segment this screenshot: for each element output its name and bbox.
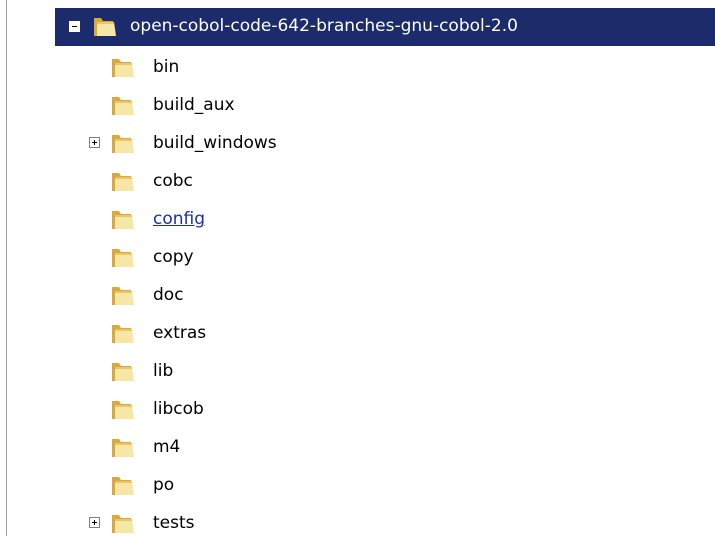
tree-item-extras[interactable]: extras [153,325,206,342]
folder-icon [112,325,134,343]
tree-item-libcob[interactable]: libcob [153,401,204,418]
tree-item-bin[interactable]: bin [153,59,179,76]
folder-icon [112,59,134,77]
tree-item-copy[interactable]: copy [153,249,194,266]
tree-root-label: open-cobol-code-642-branches-gnu-cobol-2… [130,16,518,36]
tree-item-tests[interactable]: tests [153,515,195,532]
tree-item-po[interactable]: po [153,477,174,494]
folder-icon [112,173,134,191]
folder-icon [112,97,134,115]
expand-icon[interactable] [89,517,100,528]
tree-item-config[interactable]: config [153,211,205,228]
folder-icon [112,211,134,229]
tree-item-lib[interactable]: lib [153,363,173,380]
tree-item-build-aux[interactable]: build_aux [153,97,235,114]
folder-icon [94,18,116,36]
tree-item-m4[interactable]: m4 [153,439,180,456]
tree-item-doc[interactable]: doc [153,287,184,304]
tree-item-cobc[interactable]: cobc [153,173,193,190]
folder-icon [112,135,134,153]
folder-icon [112,363,134,381]
folder-icon [112,401,134,419]
collapse-icon[interactable] [69,21,80,32]
folder-icon [112,439,134,457]
folder-icon [112,287,134,305]
folder-icon [112,477,134,495]
folder-icon [112,249,134,267]
tree-item-build-windows[interactable]: build_windows [153,135,277,152]
expand-icon[interactable] [89,137,100,148]
folder-tree: open-cobol-code-642-branches-gnu-cobol-2… [0,0,715,536]
folder-icon [112,515,134,533]
